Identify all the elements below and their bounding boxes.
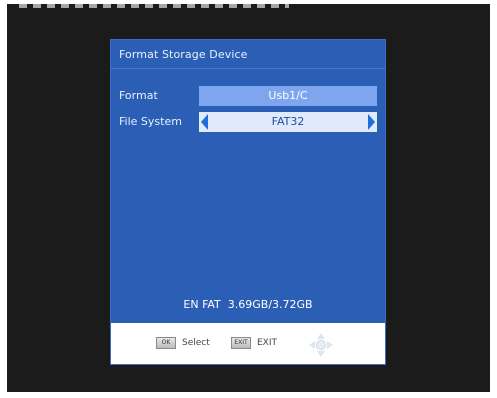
capacity-status: EN FAT 3.69GB/3.72GB	[183, 298, 313, 311]
file-system-label: File System	[119, 115, 182, 128]
screen-area: Format Storage Device Format Usb1/C File…	[7, 4, 490, 392]
footer-help-bar: OK Select EXIT EXIT	[111, 323, 385, 364]
select-label: Select	[182, 338, 210, 348]
screen-border: Format Storage Device Format Usb1/C File…	[0, 0, 497, 398]
top-noise-line	[19, 4, 289, 8]
right-arrow-icon[interactable]	[368, 114, 375, 130]
format-label: Format	[119, 89, 158, 102]
file-system-value-field[interactable]: FAT32	[199, 112, 377, 132]
select-key-hint: OK Select	[156, 337, 210, 349]
dialog-title: Format Storage Device	[119, 48, 248, 61]
dpad-icon	[307, 331, 335, 359]
ok-key-icon: OK	[156, 337, 176, 349]
file-system-value: FAT32	[271, 115, 305, 128]
exit-key-hint: EXIT EXIT	[231, 337, 277, 349]
format-value-field[interactable]: Usb1/C	[199, 86, 377, 106]
exit-label: EXIT	[257, 338, 278, 348]
file-system-row[interactable]: File System FAT32	[119, 112, 377, 132]
exit-key-icon: EXIT	[231, 337, 251, 349]
format-storage-dialog: Format Storage Device Format Usb1/C File…	[110, 39, 386, 365]
format-row[interactable]: Format Usb1/C	[119, 86, 377, 106]
title-divider	[111, 68, 385, 69]
